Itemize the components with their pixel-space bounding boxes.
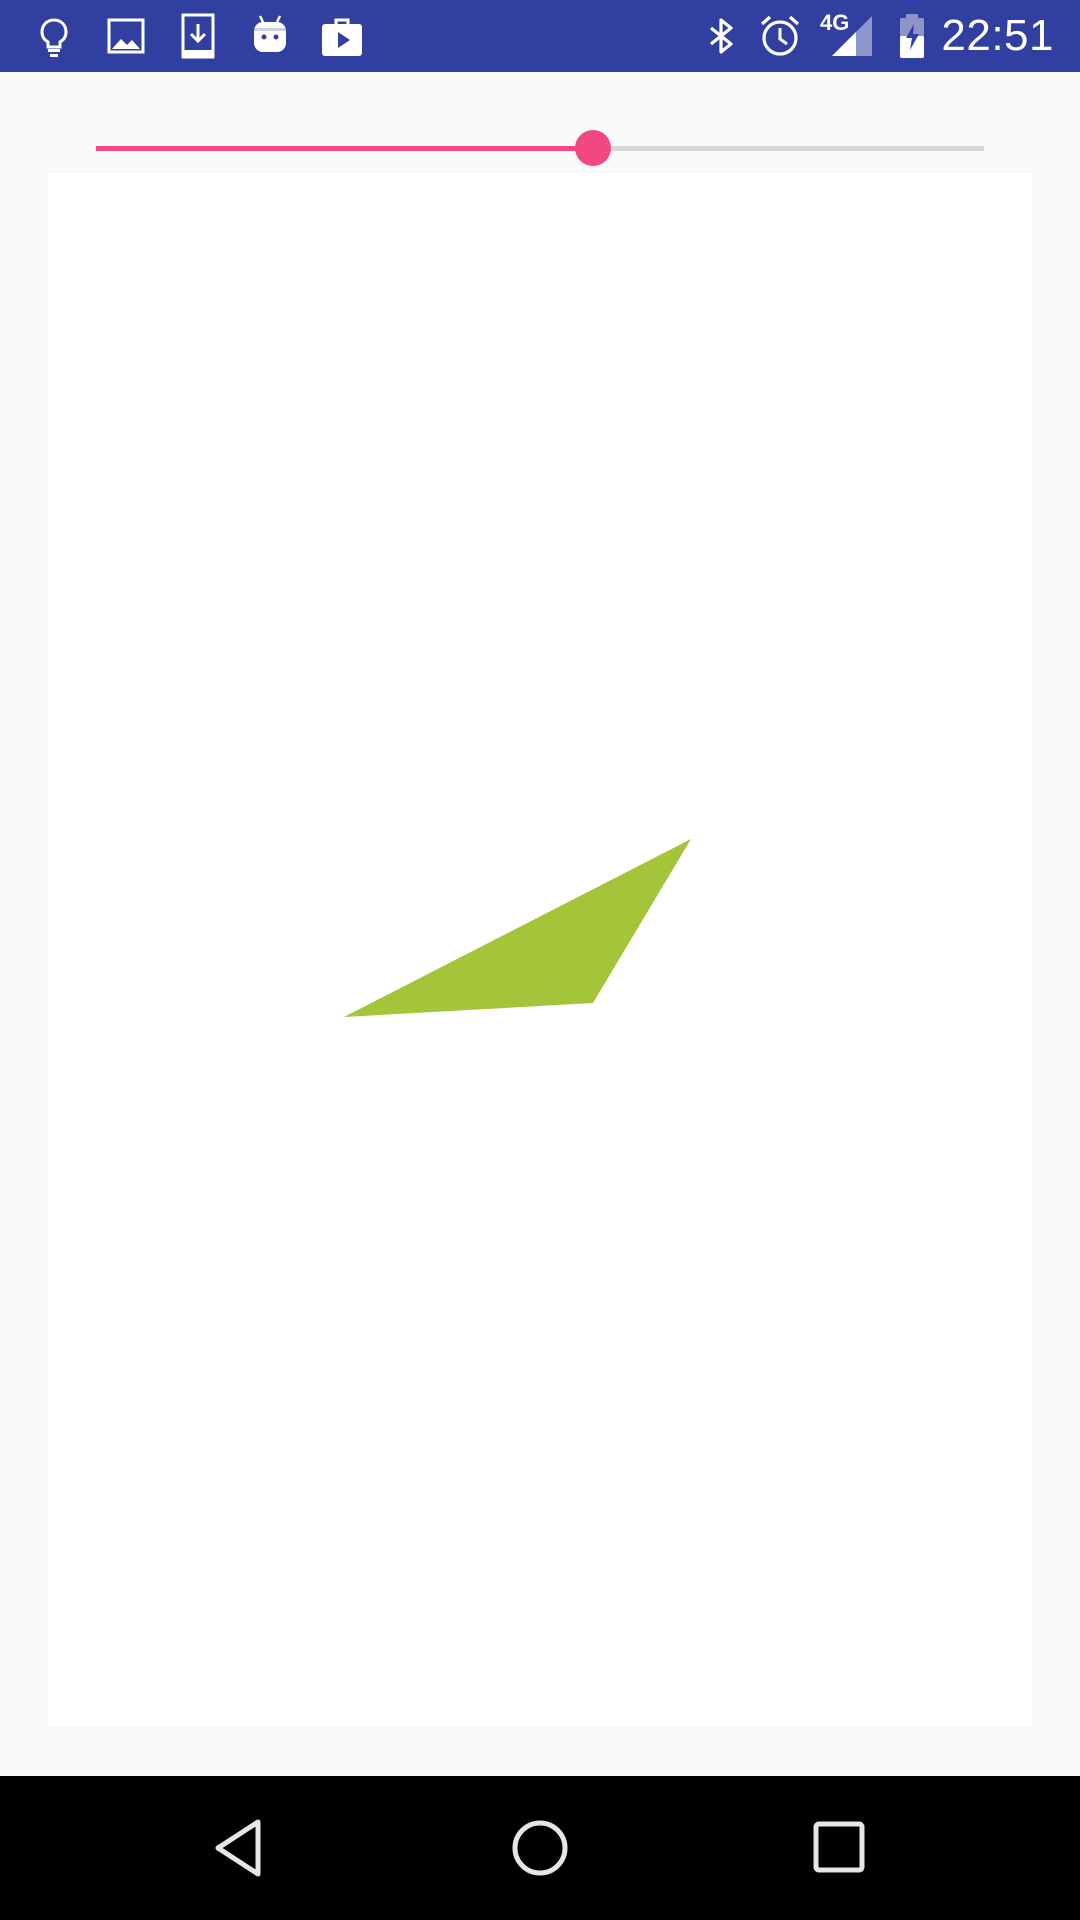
navigation-bar <box>0 1776 1080 1920</box>
alarm-icon <box>756 12 804 60</box>
bluetooth-icon <box>697 12 745 60</box>
image-icon <box>102 12 150 60</box>
recents-icon[interactable] <box>804 1812 876 1884</box>
status-clock: 22:51 <box>941 11 1054 60</box>
lightbulb-icon <box>30 12 78 60</box>
triangle-shape <box>344 839 691 1017</box>
slider-progress <box>96 146 594 151</box>
home-icon[interactable] <box>504 1812 576 1884</box>
seek-slider[interactable] <box>96 120 984 176</box>
play-store-icon <box>318 12 366 60</box>
android-icon <box>246 12 294 60</box>
download-icon <box>174 12 222 60</box>
battery-charging-icon <box>888 12 936 60</box>
drawing-canvas[interactable] <box>48 174 1032 1726</box>
status-bar: 4G 22:51 <box>0 0 1080 72</box>
slider-thumb[interactable] <box>575 130 612 166</box>
back-icon[interactable] <box>204 1812 276 1884</box>
signal-icon <box>828 12 876 60</box>
